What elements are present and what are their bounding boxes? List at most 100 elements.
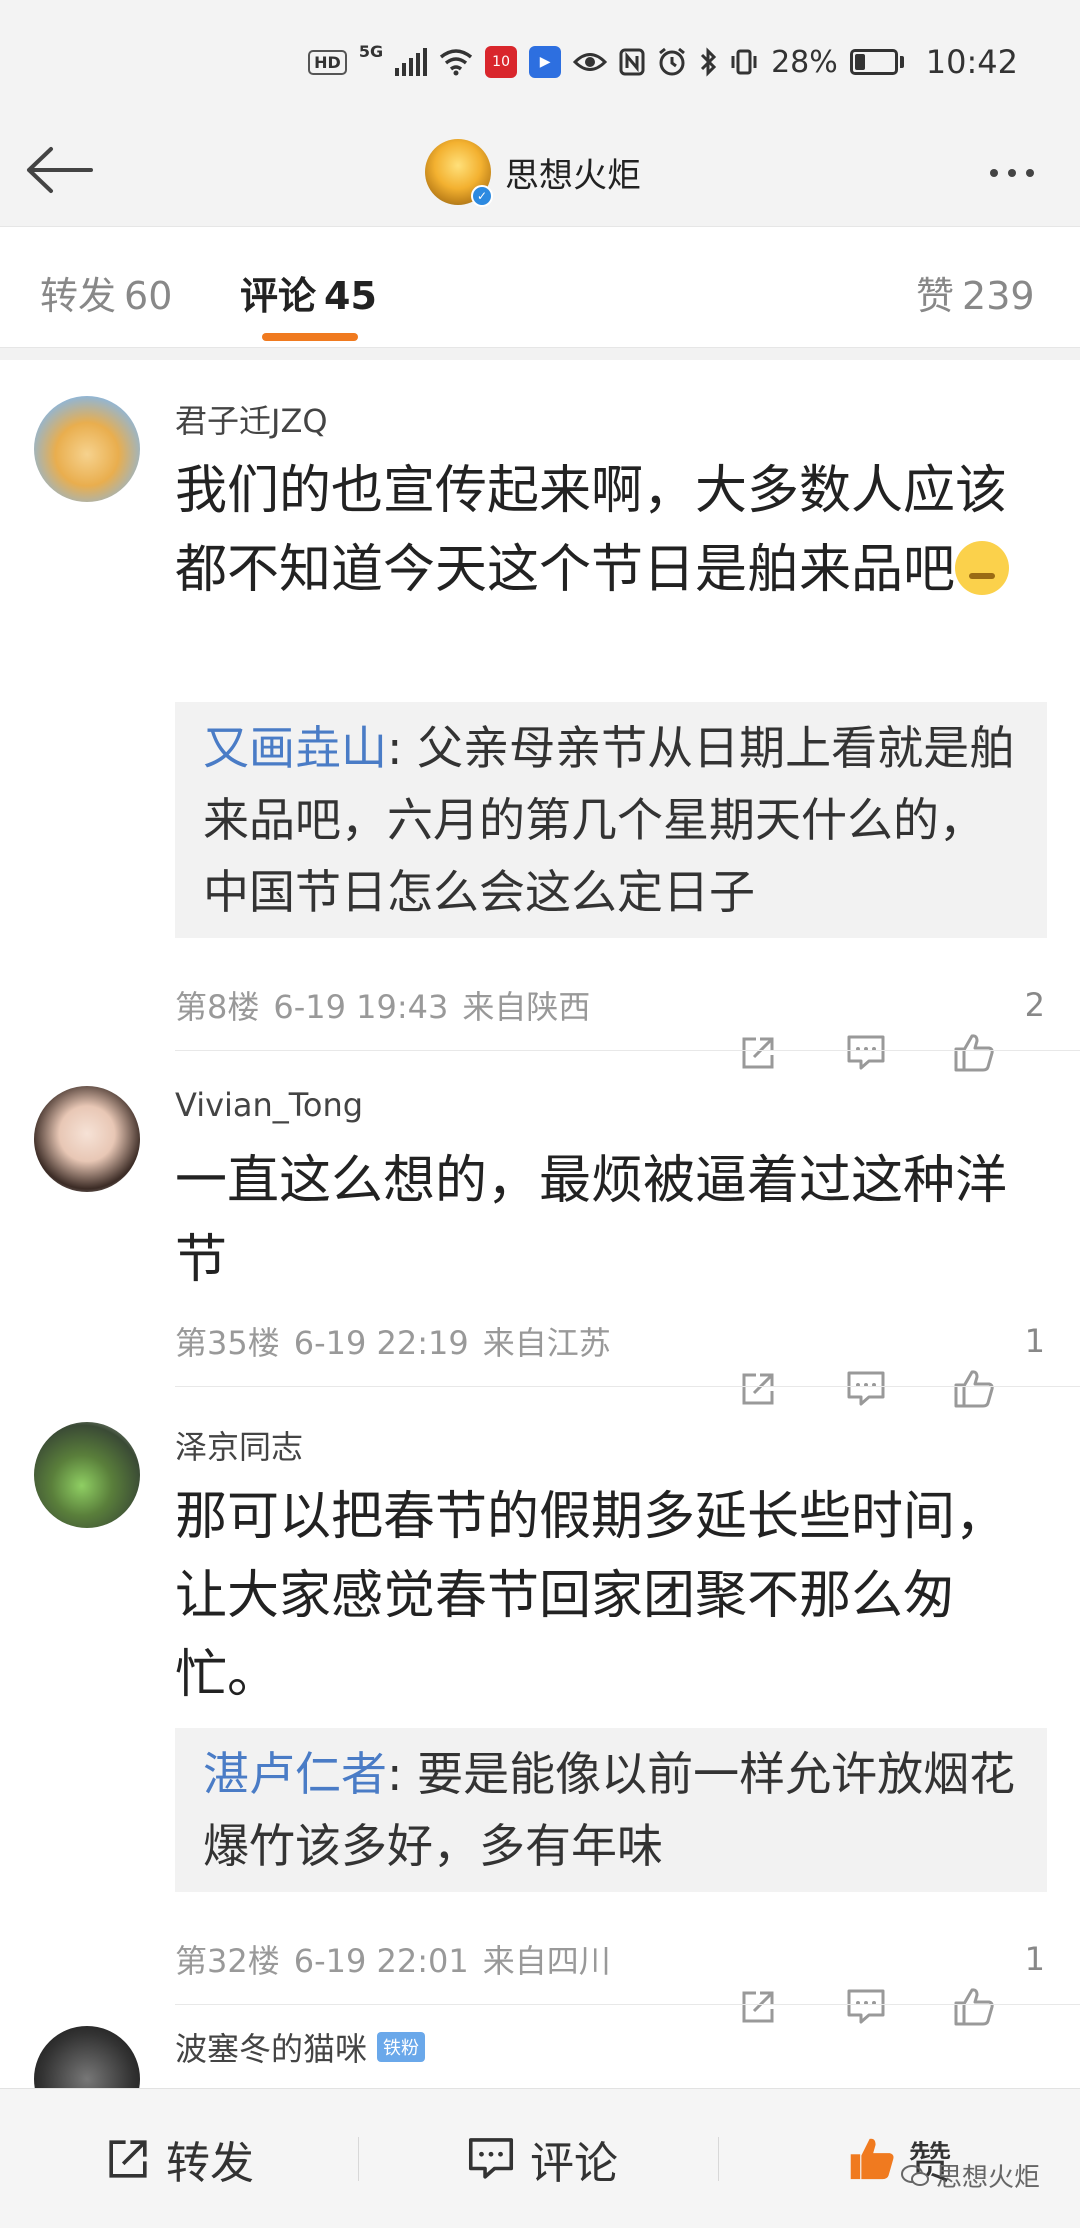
- wifi-icon: [440, 49, 473, 76]
- divider: [175, 1050, 1080, 1051]
- reply-button[interactable]: [841, 1028, 891, 1078]
- comment-username-row: 波塞冬的猫咪 铁粉: [175, 2024, 426, 2070]
- divider: [175, 2004, 1080, 2005]
- avatar[interactable]: [34, 1422, 140, 1528]
- comment-icon: [847, 1371, 885, 1406]
- comment-username[interactable]: 波塞冬的猫咪: [175, 2024, 367, 2070]
- comment-meta-text: 第8楼 6-19 19:43 来自陕西: [175, 982, 1045, 1028]
- share-button[interactable]: [733, 1982, 783, 2032]
- comment-username[interactable]: 君子迁JZQ: [175, 396, 328, 442]
- comment-text: 我们的也宣传起来啊，大多数人应该都不知道今天这个节日是舶来品吧: [175, 452, 1035, 610]
- avatar[interactable]: [34, 2026, 140, 2088]
- more-dot-icon: [1026, 169, 1034, 177]
- repost-button[interactable]: 转发: [104, 2127, 254, 2191]
- watermark-text: 思想火炬: [935, 2163, 1040, 2193]
- like-button[interactable]: [949, 1364, 999, 1414]
- comment-floor: 第8楼: [175, 988, 260, 1026]
- nav-title: 思想火炬: [505, 155, 641, 196]
- like-button[interactable]: [949, 1028, 999, 1078]
- comment-button[interactable]: 评论: [466, 2127, 618, 2191]
- quoted-username[interactable]: 湛卢仁者: [203, 1747, 387, 1801]
- app-notification-icon-2: ▶: [529, 46, 562, 78]
- comment-list[interactable]: 君子迁JZQ 我们的也宣传起来啊，大多数人应该都不知道今天这个节日是舶来品吧 又…: [0, 360, 1080, 2088]
- comment-icon: [847, 1989, 885, 2024]
- comment-time: 6-19 22:01: [293, 1942, 469, 1980]
- like-button[interactable]: [949, 1982, 999, 2032]
- comment-icon: [847, 1035, 885, 1070]
- bluetooth-icon: [701, 47, 717, 77]
- app-notification-icon: 10: [485, 46, 518, 78]
- back-button[interactable]: [20, 130, 100, 210]
- battery-icon: [849, 49, 904, 75]
- comment-meta-text: 第32楼 6-19 22:01 来自四川: [175, 1936, 1045, 1982]
- more-dot-icon: [990, 169, 998, 177]
- share-icon: [109, 2140, 147, 2178]
- comment-text: 一直这么想的，最烦被逼着过这种洋节: [175, 1151, 1008, 1290]
- repost-label: 转发: [166, 2138, 254, 2189]
- comment-icon: [468, 2138, 514, 2179]
- status-icons: HD 5G 10 ▶ 28% 10:42: [308, 42, 1018, 82]
- back-arrow-icon: [27, 147, 93, 193]
- comment-floor: 第32楼: [175, 1942, 280, 1980]
- verified-icon: ✓: [471, 185, 493, 207]
- comment-meta-text: 第35楼 6-19 22:19 来自江苏: [175, 1318, 1045, 1364]
- comment-label: 评论: [530, 2138, 618, 2189]
- thumbs-up-icon: [954, 1988, 994, 2026]
- nfc-icon: [619, 48, 645, 76]
- comment-meta: 第35楼 6-19 22:19 来自江苏 1: [175, 1318, 1045, 1408]
- nav-bar: ✓ 思想火炬: [0, 120, 1080, 226]
- network-label: 5G: [358, 42, 384, 61]
- divider: [175, 1386, 1080, 1387]
- wechat-icon: [900, 2164, 929, 2186]
- comment-meta: 第8楼 6-19 19:43 来自陕西 2: [175, 982, 1045, 1072]
- more-button[interactable]: [972, 138, 1052, 208]
- tab-count: 45: [324, 274, 377, 318]
- share-button[interactable]: [733, 1028, 783, 1078]
- comment-username[interactable]: Vivian_Tong: [175, 1086, 363, 1124]
- like-count: 1: [1024, 1940, 1045, 1978]
- thumbs-up-icon: [954, 1034, 994, 1072]
- comment-text: 那可以把春节的假期多延长些时间，让大家感觉春节回家团聚不那么匆忙。: [175, 1487, 1008, 1705]
- tab-count: 239: [962, 274, 1035, 318]
- comment-location: 来自四川: [482, 1942, 611, 1980]
- quoted-reply[interactable]: 湛卢仁者: 要是能像以前一样允许放烟花爆竹该多好，多有年味: [175, 1728, 1047, 1892]
- rolling-eyes-emoji-icon: [955, 541, 1010, 595]
- quoted-reply[interactable]: 又画垚山: 父亲母亲节从日期上看就是舶来品吧，六月的第几个星期天什么的，中国节日…: [175, 702, 1047, 938]
- comment-location: 来自陕西: [462, 988, 591, 1026]
- nav-account[interactable]: ✓ 思想火炬: [425, 130, 641, 214]
- comment-text-body: 我们的也宣传起来啊，大多数人应该都不知道今天这个节日是舶来品吧: [175, 461, 1008, 600]
- tab-repost[interactable]: 转发 60: [40, 265, 172, 320]
- comment-meta: 第32楼 6-19 22:01 来自四川 1: [175, 1936, 1045, 2026]
- watermark: 思想火炬: [900, 2157, 1040, 2194]
- reply-button[interactable]: [841, 1364, 891, 1414]
- share-icon: [742, 1991, 774, 2023]
- like-count: 1: [1024, 1322, 1045, 1360]
- fan-badge: 铁粉: [377, 2032, 426, 2062]
- alarm-icon: [659, 47, 686, 76]
- hd-icon: HD: [308, 49, 347, 75]
- divider: [718, 2137, 719, 2181]
- tab-label: 转发: [40, 274, 117, 318]
- reply-button[interactable]: [841, 1982, 891, 2032]
- comment-username[interactable]: 泽京同志: [175, 1422, 303, 1468]
- divider: [358, 2137, 359, 2181]
- thumbs-up-icon: [954, 1370, 994, 1408]
- tab-label: 赞: [916, 274, 955, 318]
- signal-icon: [395, 48, 428, 76]
- account-avatar[interactable]: ✓: [425, 139, 493, 207]
- tab-comments[interactable]: 评论 45: [240, 265, 377, 320]
- more-dot-icon: [1008, 169, 1016, 177]
- avatar[interactable]: [34, 1086, 140, 1192]
- avatar[interactable]: [34, 396, 140, 502]
- quoted-username[interactable]: 又画垚山: [203, 721, 387, 775]
- comment-time: 6-19 22:19: [293, 1324, 469, 1362]
- tab-count: 60: [124, 274, 173, 318]
- comment-floor: 第35楼: [175, 1324, 280, 1362]
- battery-percent: 28%: [771, 44, 838, 80]
- status-bar: HD 5G 10 ▶ 28% 10:42: [0, 0, 1080, 120]
- share-button[interactable]: [733, 1364, 783, 1414]
- tab-likes[interactable]: 赞 239: [916, 265, 1035, 320]
- like-count: 2: [1024, 986, 1045, 1024]
- tab-active-indicator: [262, 333, 358, 341]
- comment-time: 6-19 19:43: [273, 988, 449, 1026]
